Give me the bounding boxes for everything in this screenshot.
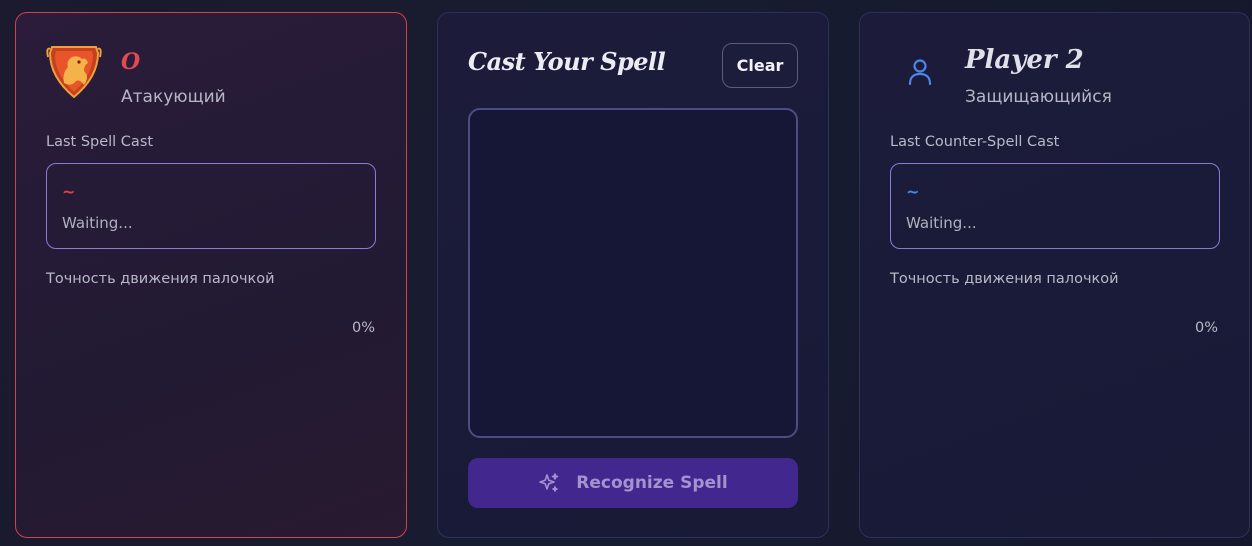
player1-last-cast-label: Last Spell Cast: [46, 134, 154, 150]
player1-header: O Атакующий: [46, 43, 376, 107]
recognize-spell-button[interactable]: Recognize Spell: [468, 458, 798, 508]
gryffindor-crest-icon: [46, 43, 102, 101]
player1-cast-status: Waiting...: [62, 214, 133, 232]
player1-cast-box: ~ Waiting...: [46, 163, 376, 249]
player2-last-cast-label: Last Counter-Spell Cast: [890, 134, 1060, 150]
player2-header: Player 2 Защищающийся: [890, 43, 1220, 107]
player1-cast-symbol: ~: [62, 182, 76, 201]
player2-cast-box: ~ Waiting...: [890, 163, 1220, 249]
clear-button[interactable]: Clear: [722, 43, 798, 88]
spell-cast-title: Cast Your Spell: [468, 47, 666, 76]
player2-accuracy-label: Точность движения палочкой: [890, 271, 1119, 287]
player2-avatar: [890, 43, 946, 101]
player2-card: Player 2 Защищающийся Last Counter-Spell…: [859, 12, 1250, 538]
recognize-spell-label: Recognize Spell: [576, 473, 728, 493]
spell-cast-card: Cast Your Spell Clear Recognize Spell: [437, 12, 829, 538]
player1-role: Атакующий: [121, 87, 226, 107]
player1-name: O: [121, 49, 141, 75]
player2-cast-symbol: ~: [906, 182, 920, 201]
player2-cast-status: Waiting...: [906, 214, 977, 232]
spell-drawing-canvas[interactable]: [468, 108, 798, 438]
player1-accuracy-value: 0%: [351, 320, 375, 336]
player2-name: Player 2: [965, 45, 1084, 75]
player2-role: Защищающийся: [965, 87, 1112, 107]
sparkles-icon: [538, 472, 560, 494]
player2-accuracy-value: 0%: [1194, 320, 1218, 336]
player1-card: O Атакующий Last Spell Cast ~ Waiting...…: [15, 12, 407, 538]
user-icon: [908, 59, 932, 86]
player1-accuracy-label: Точность движения палочкой: [46, 271, 275, 287]
